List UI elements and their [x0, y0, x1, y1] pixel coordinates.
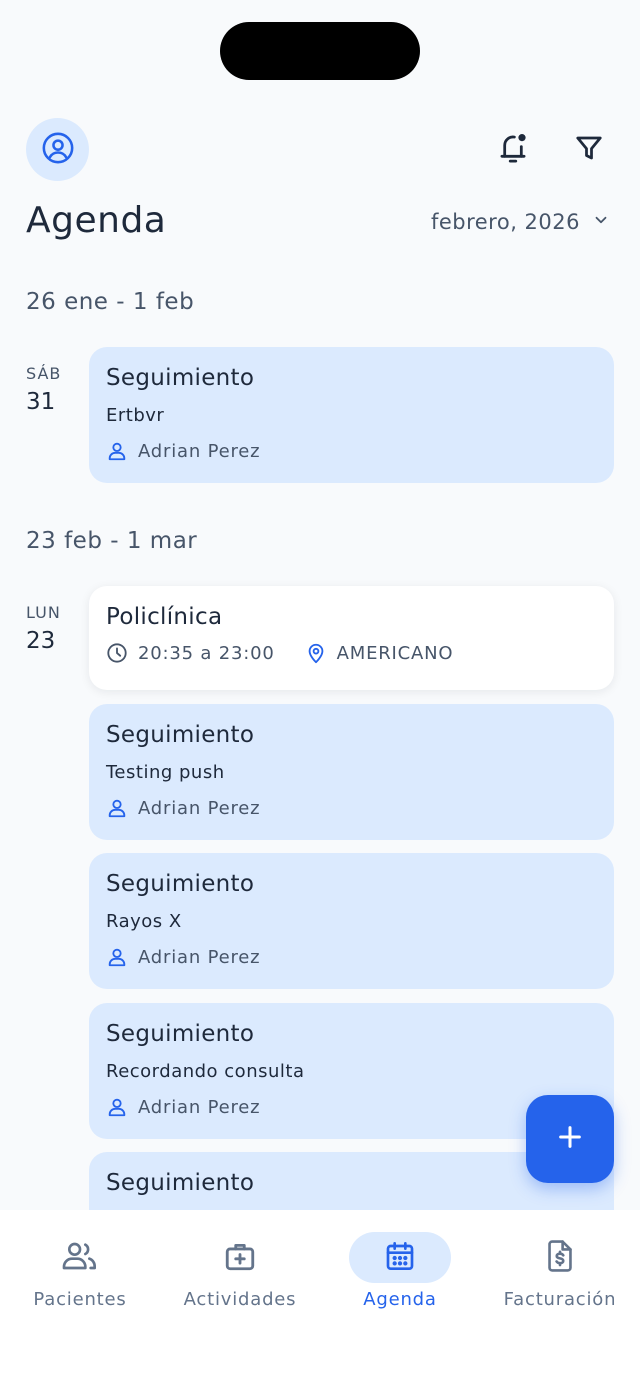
- person-icon: [106, 797, 128, 819]
- nav-icon-container: [349, 1232, 451, 1283]
- day-header: SÁB 31: [26, 364, 82, 415]
- chevron-down-icon: [592, 210, 610, 234]
- event-person-row: Adrian Perez: [106, 797, 597, 819]
- filter-button[interactable]: [569, 130, 609, 170]
- event-title: Seguimiento: [106, 1021, 255, 1047]
- event-title: Seguimiento: [106, 871, 255, 897]
- device-notch: [220, 22, 420, 80]
- nav-label: Actividades: [183, 1289, 297, 1310]
- week-range-label: 23 feb - 1 mar: [26, 528, 198, 554]
- person-icon: [106, 1096, 128, 1118]
- event-time: 20:35 a 23:00: [138, 642, 275, 664]
- event-person: Adrian Perez: [138, 797, 261, 819]
- nav-label: Pacientes: [33, 1289, 127, 1310]
- nav-item-billing[interactable]: Facturación: [480, 1232, 640, 1310]
- bell-icon: [496, 130, 530, 170]
- nav-item-agenda[interactable]: Agenda: [320, 1232, 480, 1310]
- day-name: LUN: [26, 603, 61, 622]
- person-icon: [106, 946, 128, 968]
- day-name: SÁB: [26, 364, 62, 383]
- event-person-row: Adrian Perez: [106, 1096, 597, 1118]
- calendar-icon: [384, 1239, 416, 1277]
- nav-icon-container: [189, 1232, 291, 1283]
- event-card-followup[interactable]: Seguimiento Rayos X Adrian Perez: [89, 853, 614, 989]
- users-icon: [61, 1240, 99, 1276]
- page-title: Agenda: [26, 200, 167, 241]
- event-subtitle: Rayos X: [106, 911, 182, 932]
- event-title: Seguimiento: [106, 1170, 255, 1196]
- filter-icon: [574, 133, 604, 167]
- nav-icon-container: [509, 1232, 611, 1283]
- event-title: Seguimiento: [106, 722, 255, 748]
- event-subtitle: Testing push: [106, 762, 225, 783]
- medical-kit-icon: [223, 1239, 257, 1277]
- event-person: Adrian Perez: [138, 1096, 261, 1118]
- nav-label: Facturación: [503, 1289, 617, 1310]
- profile-avatar-button[interactable]: [26, 118, 89, 181]
- bottom-navigation: Pacientes Actividades Agenda Facturación: [0, 1210, 640, 1391]
- notifications-button[interactable]: [493, 130, 533, 170]
- add-event-button[interactable]: [526, 1095, 614, 1183]
- week-range-label: 26 ene - 1 feb: [26, 289, 195, 315]
- month-selector[interactable]: febrero, 2026: [431, 210, 610, 234]
- clock-icon: [106, 642, 128, 664]
- user-circle-icon: [41, 131, 75, 169]
- event-subtitle: Ertbvr: [106, 405, 165, 426]
- event-person-row: Adrian Perez: [106, 440, 597, 462]
- nav-icon-container: [29, 1232, 131, 1283]
- event-location: AMERICANO: [336, 642, 454, 664]
- event-card-followup[interactable]: Seguimiento Testing push Adrian Perez: [89, 704, 614, 840]
- event-time-location-row: 20:35 a 23:00 AMERICANO: [106, 642, 597, 664]
- event-title: Seguimiento: [106, 365, 255, 391]
- event-card-clinic[interactable]: Policlínica 20:35 a 23:00 AMERICANO: [89, 586, 614, 690]
- person-icon: [106, 440, 128, 462]
- nav-item-activities[interactable]: Actividades: [160, 1232, 320, 1310]
- nav-label: Agenda: [363, 1289, 437, 1310]
- month-label: febrero, 2026: [430, 210, 580, 234]
- location-pin-icon: [305, 642, 327, 664]
- event-person: Adrian Perez: [138, 440, 261, 462]
- event-card-followup[interactable]: Seguimiento Ertbvr Adrian Perez: [89, 347, 614, 483]
- day-number: 23: [26, 628, 56, 654]
- plus-icon: [556, 1123, 584, 1155]
- event-title: Policlínica: [106, 604, 223, 630]
- invoice-icon: [545, 1239, 575, 1277]
- event-person-row: Adrian Perez: [106, 946, 597, 968]
- day-header: LUN 23: [26, 603, 82, 654]
- day-number: 31: [26, 389, 56, 415]
- event-subtitle: Recordando consulta: [106, 1061, 305, 1082]
- event-person: Adrian Perez: [138, 946, 261, 968]
- nav-item-patients[interactable]: Pacientes: [0, 1232, 160, 1310]
